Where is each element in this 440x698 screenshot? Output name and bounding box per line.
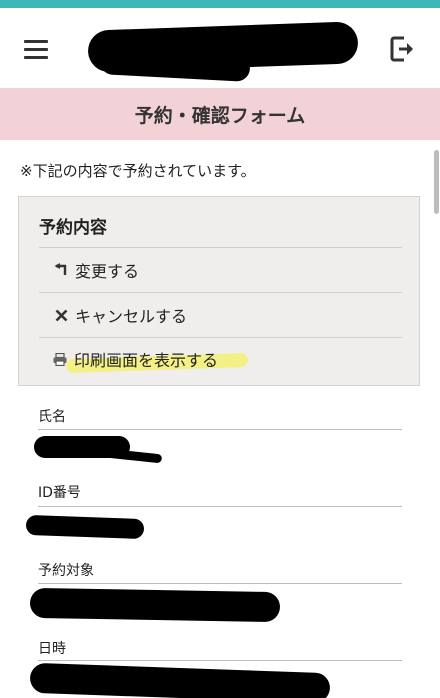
- field-label-id: ID番号: [38, 485, 81, 501]
- return-arrow-icon: [51, 263, 71, 277]
- page-title-bar: 予約・確認フォーム: [0, 88, 440, 140]
- page-title: 予約・確認フォーム: [134, 104, 306, 127]
- hamburger-menu-icon[interactable]: [24, 40, 48, 60]
- change-reservation-button[interactable]: 変更する: [39, 248, 402, 292]
- divider: [38, 660, 402, 661]
- cancel-label: キャンセルする: [75, 307, 188, 326]
- divider: [38, 429, 402, 430]
- field-label-datetime: 日時: [38, 641, 66, 657]
- redacted-datetime: [29, 662, 331, 698]
- print-label: 印刷画面を表示する: [74, 351, 219, 370]
- reservation-details: 氏名 ID番号 予約対象 日時: [18, 390, 420, 698]
- divider: [38, 583, 402, 584]
- divider: [38, 506, 402, 507]
- redacted-target: [29, 587, 281, 623]
- scrollbar[interactable]: [434, 150, 439, 214]
- change-label: 変更する: [75, 262, 140, 281]
- panel-title: 予約内容: [39, 218, 107, 238]
- cancel-reservation-button[interactable]: キャンセルする: [39, 293, 402, 337]
- app-header: [0, 8, 440, 88]
- close-icon: [51, 309, 71, 322]
- redacted-id: [25, 514, 145, 540]
- print-view-button[interactable]: 印刷画面を表示する: [38, 337, 401, 381]
- top-accent-strip: [0, 0, 440, 8]
- field-label-target: 予約対象: [38, 563, 94, 579]
- field-label-name: 氏名: [38, 409, 66, 425]
- reservation-notice: ※下記の内容で予約されています。: [20, 162, 256, 180]
- logout-icon[interactable]: [390, 36, 416, 62]
- printer-icon: [50, 352, 70, 366]
